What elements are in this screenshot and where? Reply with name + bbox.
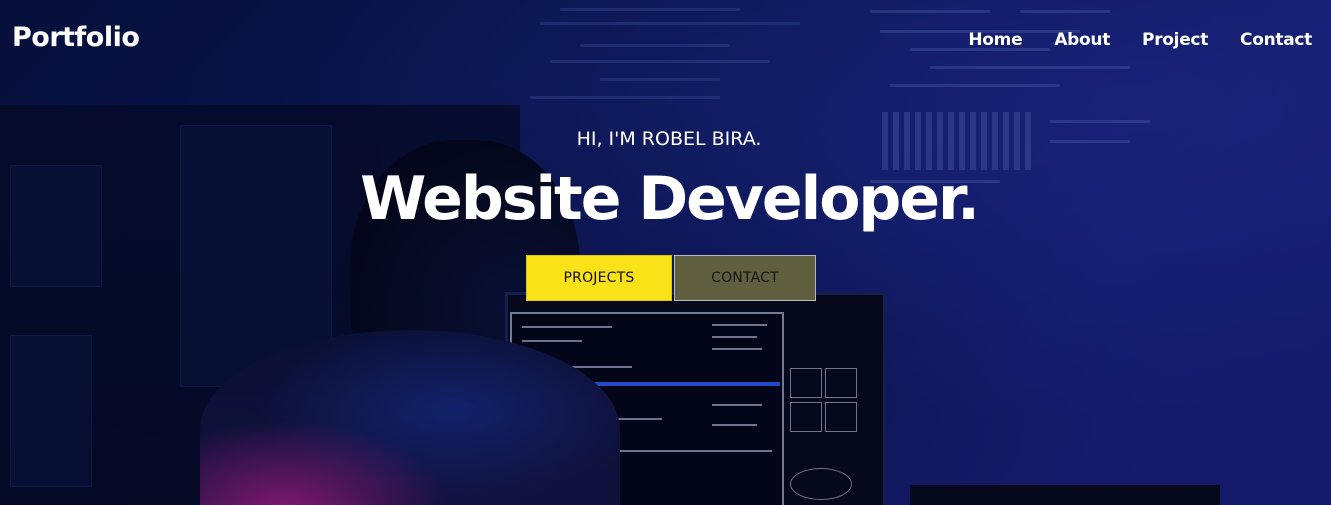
projects-button[interactable]: PROJECTS	[526, 255, 672, 301]
contact-button[interactable]: CONTACT	[674, 255, 816, 301]
brand-logo[interactable]: Portfolio	[12, 22, 140, 53]
hero-greeting: HI, I'M ROBEL BIRA.	[576, 128, 762, 150]
nav-link-about[interactable]: About	[1054, 30, 1110, 50]
nav-link-project[interactable]: Project	[1142, 30, 1208, 50]
nav-links: Home About Project Contact	[968, 30, 1312, 50]
hero-headline: Website Developer.	[360, 164, 980, 234]
hero-section: Portfolio Home About Project Contact HI,…	[0, 0, 1331, 505]
nav-link-home[interactable]: Home	[968, 30, 1022, 50]
navbar: Portfolio Home About Project Contact	[0, 0, 1331, 84]
nav-link-contact[interactable]: Contact	[1240, 30, 1312, 50]
